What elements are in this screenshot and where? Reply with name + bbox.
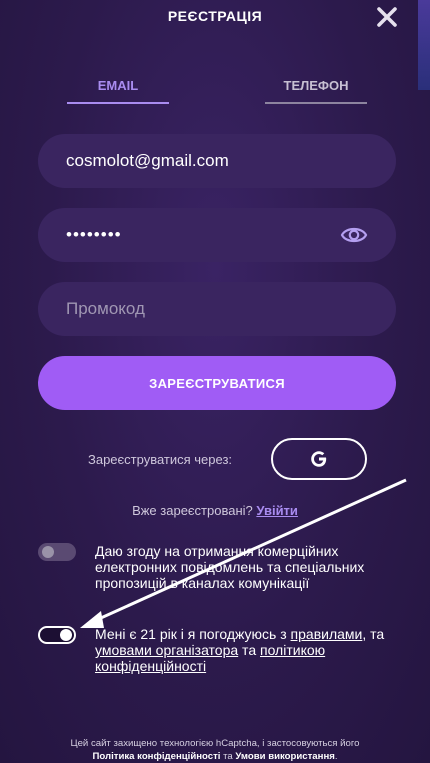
footer-terms-link[interactable]: Умови використання — [235, 751, 334, 762]
footer-dot: . — [334, 751, 338, 762]
footer-and: та — [220, 751, 236, 762]
hcaptcha-notice: Цей сайт захищено технологією hCaptcha, … — [0, 737, 430, 763]
footer-privacy-link[interactable]: Політика конфіденційності — [92, 751, 220, 762]
footer-text: Цей сайт захищено технологією hCaptcha, … — [70, 738, 360, 749]
registration-modal: РЕЄСТРАЦІЯ EMAIL ТЕЛЕФОН ЗАРЕЄСТРУВАТИСЯ… — [0, 0, 430, 763]
annotation-arrow — [80, 478, 407, 628]
